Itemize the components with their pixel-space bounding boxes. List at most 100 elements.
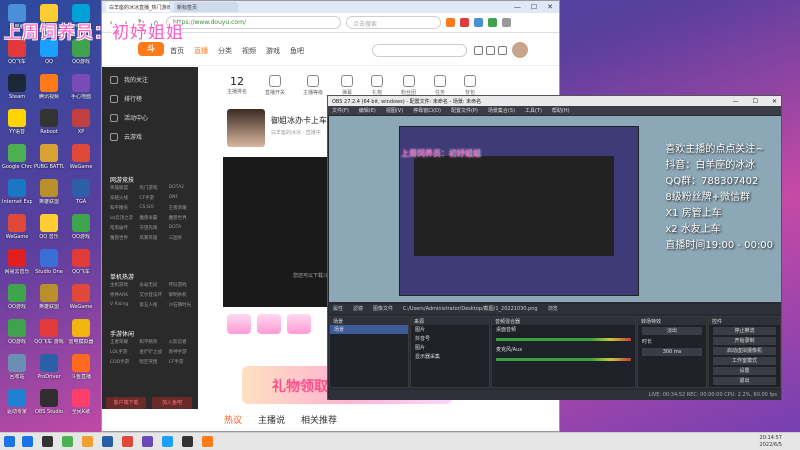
stat-item[interactable]: 礼物 [371,75,384,96]
site-logo[interactable]: 斗 [138,42,164,56]
desktop-shortcut[interactable]: 英雄联盟 [34,179,64,205]
desktop-shortcut[interactable]: 手心地面 [66,74,96,100]
obs-control-button[interactable]: 工作室模式 [713,357,776,365]
desktop-shortcut[interactable]: OBS Studio [34,389,64,415]
obs-menu-item[interactable]: 文件(F) [332,107,349,114]
join-yuba-button[interactable]: 加入鱼吧 [152,397,192,409]
browser-search-input[interactable]: 点击搜索 [346,16,441,29]
game-category-link[interactable]: lol云顶之弈 [110,215,139,221]
game-category-link[interactable]: 永劫无间 [139,282,168,288]
obs-control-button[interactable]: 停止推流 [713,327,776,335]
game-category-link[interactable]: DOTA2 [169,185,198,191]
toolbar-item[interactable]: 图像文件 [373,305,393,313]
desktop-shortcut[interactable]: XP [66,109,96,135]
game-category-link[interactable]: 三国杀 [169,235,198,241]
game-category-link[interactable]: 和平精英 [139,339,168,345]
taskbar-app-icon[interactable] [162,436,173,447]
game-category-link[interactable]: 穿越火线 [110,195,139,201]
taskbar-app-icon[interactable] [182,436,193,447]
taskbar-app-icon[interactable] [62,436,73,447]
minimize-icon[interactable]: — [733,98,739,105]
obs-menu-item[interactable]: 配置文件(P) [451,107,478,114]
tab-streamer-says[interactable]: 主播说 [258,413,285,426]
desktop-shortcut[interactable]: 腾讯视频 [34,74,64,100]
game-category-link[interactable]: CF手游 [169,359,198,365]
download-client-button[interactable]: 客户端下载 [106,397,146,409]
stat-item[interactable]: 主播等级 [303,75,323,96]
obs-menu-item[interactable]: 帮助(H) [552,107,570,114]
browse-button[interactable]: 浏览 [548,305,558,313]
nav-video[interactable]: 视频 [242,46,256,56]
site-search-input[interactable] [372,44,467,57]
user-avatar[interactable] [512,42,528,58]
extension-icon[interactable] [446,18,455,27]
obs-control-button[interactable]: 启动虚拟摄像机 [713,347,776,355]
scene-item[interactable]: 场景 [330,325,408,334]
desktop-shortcut[interactable]: Internet Explorer [2,179,32,205]
desktop-shortcut[interactable]: 回收站 [2,354,32,380]
obs-menu-item[interactable]: 编辑(E) [359,107,376,114]
game-category-link[interactable]: 第五人格 [139,302,168,308]
stat-item[interactable]: 弹幕 [341,75,354,96]
obs-menu-item[interactable]: 场景集合(S) [488,107,515,114]
streamer-avatar[interactable] [227,109,265,147]
browser-tab-active[interactable]: 白羊座的冰冰直播_热门游戏直播 [106,2,170,12]
taskbar-app-icon[interactable] [202,436,213,447]
desktop-shortcut[interactable]: Google Chrome [2,144,32,170]
nav-home[interactable]: 首页 [170,46,184,56]
game-category-link[interactable]: 黎明杀机 [169,292,198,298]
game-category-link[interactable]: 艾尔登法环 [139,292,168,298]
gift-item[interactable] [227,314,251,334]
tab-hot[interactable]: 热议 [224,413,242,426]
nav-category[interactable]: 分类 [218,46,232,56]
gift-item[interactable] [257,314,281,334]
nav-game[interactable]: 游戏 [266,46,280,56]
game-category-link[interactable]: 魔兽世界 [110,235,139,241]
minimize-icon[interactable]: — [514,3,521,11]
game-category-link[interactable]: 和平精英 [110,205,139,211]
game-category-link[interactable]: 暗区突围 [139,359,168,365]
desktop-shortcut[interactable]: TGA [66,179,96,205]
desktop-shortcut[interactable]: QQ游戏 [66,214,96,240]
game-category-link[interactable]: 金铲铲之战 [139,349,168,355]
duration-input[interactable]: 300 ms [642,348,702,356]
desktop-shortcut[interactable]: WeGame [2,214,32,240]
game-category-link[interactable]: DNF [169,195,198,201]
obs-control-button[interactable]: 开始录制 [713,337,776,345]
message-icon[interactable] [498,46,507,55]
game-category-link[interactable]: 暗黑破坏 [110,225,139,231]
obs-control-button[interactable]: 退出 [713,377,776,385]
obs-control-button[interactable]: 设置 [713,367,776,375]
search-icon[interactable] [474,46,483,55]
extension-icon[interactable] [460,18,469,27]
desktop-shortcut[interactable]: QQ 音乐 [34,214,64,240]
game-category-link[interactable]: 英雄联盟 [110,185,139,191]
start-menu-icon[interactable] [4,436,15,447]
source-item[interactable]: 显示器采集 [411,352,489,361]
game-category-link[interactable]: 怀旧游戏 [169,282,198,288]
game-category-link[interactable]: 魔兽世界 [169,215,198,221]
nav-live[interactable]: 直播 [194,46,208,56]
sidebar-item-follow[interactable]: 我的关注 [110,75,148,84]
game-category-link[interactable]: 火影忍者 [169,339,198,345]
source-item[interactable]: 图片 [411,325,489,334]
game-category-link[interactable]: 热门游戏 [139,185,168,191]
extension-icon[interactable] [474,18,483,27]
obs-menu-item[interactable]: 停靠窗口(D) [413,107,441,114]
system-clock[interactable]: 20:14:57 2022/6/5 [760,435,782,449]
taskbar-app-icon[interactable] [22,436,33,447]
taskbar-app-icon[interactable] [122,436,133,447]
stat-item[interactable]: 直播开关 [265,75,285,96]
extension-icon[interactable] [488,18,497,27]
game-category-link[interactable]: 守望先锋 [139,225,168,231]
taskbar-app-icon[interactable] [102,436,113,447]
desktop-shortcut[interactable]: ProDriver [34,354,64,380]
stat-item[interactable]: 任务 [434,75,447,96]
tab-recommend[interactable]: 相关推荐 [301,413,337,426]
desktop-shortcut[interactable]: 网易云音乐 [2,249,32,275]
stat-item[interactable]: 12 主播排名 [227,75,247,96]
game-category-link[interactable]: V Rising [110,302,139,308]
toolbar-item[interactable]: C:/Users/Administrator/Desktop/截图/1_2022… [403,305,538,313]
desktop-shortcut[interactable]: QQ飞车 [66,249,96,275]
desktop-shortcut[interactable]: QQ游戏 [2,284,32,310]
